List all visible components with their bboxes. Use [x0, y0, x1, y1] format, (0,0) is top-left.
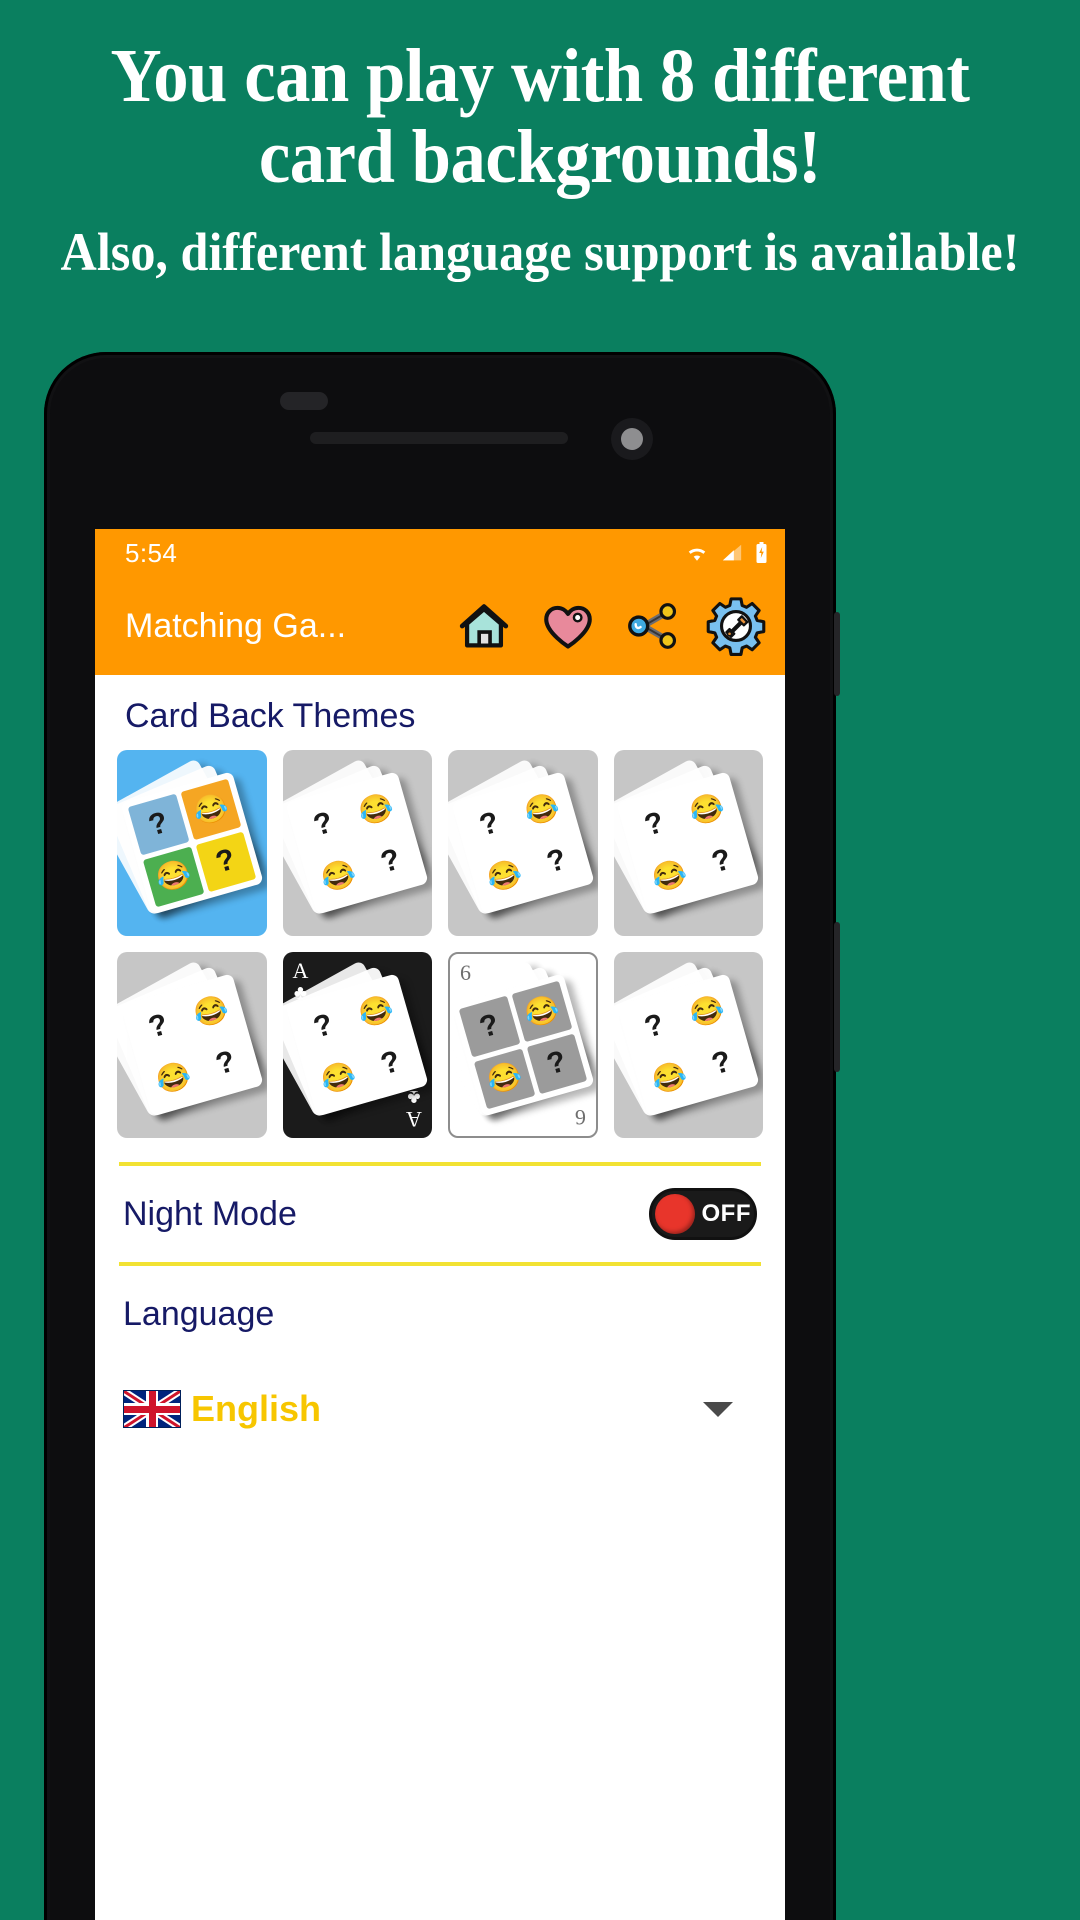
mini-cell: ?: [691, 1033, 753, 1095]
card-preview-icon: ? 😂 😂 ?: [613, 757, 760, 916]
promo-title: You can play with 8 different card backg…: [110, 34, 970, 199]
app-title: Matching Ga...: [125, 606, 347, 645]
toggle-knob: [655, 1194, 695, 1234]
card-preview-icon: ? 😂 😂 ?: [448, 757, 595, 916]
mini-cell: 😂: [676, 980, 738, 1042]
corner-rank: 6: [574, 1105, 586, 1130]
mini-cell: 😂: [179, 980, 242, 1042]
mini-cell: ?: [194, 831, 257, 893]
section-title-card-back-themes: Card Back Themes: [125, 697, 416, 735]
wifi-icon: [688, 548, 706, 561]
share-icon: [628, 603, 677, 649]
app-screen: 5:54 Matching Ga... Card Back Themes ? 😂…: [95, 529, 785, 1920]
cellular-signal-icon: [722, 544, 742, 561]
corner-rank: 6: [460, 960, 471, 985]
card-preview-icon: ? 😂 😂 ?: [282, 757, 429, 916]
mini-cell: 😂: [307, 1048, 370, 1110]
phone-volume-button: [834, 922, 840, 1072]
favorites-button[interactable]: [537, 595, 599, 657]
settings-button[interactable]: [705, 595, 767, 657]
uk-flag-icon: [123, 1390, 181, 1428]
mini-cell: ?: [360, 831, 422, 893]
mini-cell: 😂: [473, 1048, 535, 1110]
mini-cell: 😂: [307, 846, 370, 908]
promo-subtitle: Also, different language support is avai…: [60, 222, 1020, 283]
mini-cell: ?: [691, 831, 753, 893]
heart-icon: [544, 605, 592, 649]
night-mode-toggle[interactable]: OFF: [649, 1188, 757, 1240]
mini-cell: 😂: [676, 778, 738, 840]
battery-charging-icon: [756, 542, 767, 563]
mini-cell: 😂: [510, 980, 573, 1042]
share-button[interactable]: [621, 595, 683, 657]
corner-rank: A: [292, 958, 309, 983]
card-corner-rank-bottom: A ♣: [406, 1086, 422, 1132]
theme-option-2[interactable]: ? 😂 😂 ?: [282, 750, 432, 936]
status-time: 5:54: [125, 537, 178, 568]
home-icon: [459, 604, 509, 648]
card-preview-icon: ? 😂 😂 ?: [613, 959, 760, 1118]
app-bar-actions: [453, 595, 771, 657]
card-corner-rank-top: 6: [460, 962, 471, 984]
corner-rank: A: [406, 1107, 422, 1132]
night-mode-label: Night Mode: [123, 1194, 297, 1233]
card-back-themes-grid: ? 😂 😂 ? ? 😂 😂 ? ? 😂 😂 ? ? 😂 😂 ? ? 😂 😂 ? …: [95, 750, 785, 1138]
home-button[interactable]: [453, 595, 515, 657]
theme-option-4[interactable]: ? 😂 😂 ?: [613, 750, 763, 936]
status-icons: [684, 541, 769, 565]
mini-cell: 😂: [345, 980, 407, 1042]
status-bar: 5:54: [95, 529, 785, 577]
phone-power-button: [834, 612, 840, 696]
mini-cell: ?: [623, 793, 686, 855]
mini-cell: ?: [360, 1033, 422, 1095]
chevron-down-icon[interactable]: [703, 1401, 733, 1417]
card-preview-icon: ? 😂 😂 ?: [117, 959, 264, 1118]
toggle-state-label: OFF: [701, 1200, 751, 1227]
mini-cell: 😂: [345, 778, 407, 840]
mini-cell: 😂: [473, 846, 535, 908]
phone-mockup: 5:54 Matching Ga... Card Back Themes ? 😂…: [44, 352, 840, 1920]
mini-cell: ?: [292, 793, 355, 855]
mini-cell: ?: [525, 831, 588, 893]
mini-cell: ?: [127, 793, 189, 855]
phone-speaker-grill: [280, 392, 328, 410]
theme-option-8[interactable]: ? 😂 😂 ?: [613, 952, 763, 1138]
mini-cell: 😂: [142, 846, 204, 908]
mini-cell: ?: [458, 793, 520, 855]
mini-cell: ?: [525, 1033, 588, 1095]
selected-language-label: English: [191, 1388, 322, 1429]
theme-option-7[interactable]: 6 6 ? 😂 😂 ?: [448, 952, 598, 1138]
mini-cell: 😂: [510, 778, 573, 840]
card-corner-rank-bottom: 6: [574, 1105, 586, 1130]
language-selector[interactable]: English: [95, 1362, 785, 1448]
card-preview-icon: ? 😂 😂 ?: [117, 757, 264, 916]
mini-cell: ?: [623, 995, 686, 1057]
app-bar: Matching Ga...: [95, 577, 785, 675]
mini-cell: ?: [194, 1033, 257, 1095]
promo-text-block: You can play with 8 different card backg…: [0, 36, 1080, 282]
mini-cell: ?: [458, 995, 520, 1057]
mini-cell: ?: [292, 995, 355, 1057]
promo-screenshot: You can play with 8 different card backg…: [0, 0, 1080, 1920]
mini-cell: 😂: [142, 1048, 204, 1110]
settings-gear-icon: [706, 597, 766, 656]
night-mode-row[interactable]: Night Mode OFF: [95, 1166, 785, 1262]
theme-option-6[interactable]: A ♣ A ♣ ?: [282, 952, 432, 1138]
language-label: Language: [123, 1294, 275, 1333]
language-row: Language: [95, 1266, 785, 1362]
theme-option-5[interactable]: ? 😂 😂 ?: [117, 952, 267, 1138]
phone-earpiece: [310, 432, 568, 444]
mini-cell: 😂: [638, 1048, 701, 1110]
phone-front-camera: [611, 418, 653, 460]
card-preview-icon: ? 😂 😂 ?: [449, 959, 595, 1118]
mini-cell: ?: [127, 995, 189, 1057]
mini-cell: 😂: [179, 778, 242, 840]
theme-option-1[interactable]: ? 😂 😂 ?: [117, 750, 267, 936]
mini-cell: 😂: [638, 846, 701, 908]
settings-content: Card Back Themes ? 😂 😂 ? ? 😂 😂 ? ? 😂 😂 ?…: [95, 675, 785, 1920]
theme-option-3[interactable]: ? 😂 😂 ?: [448, 750, 598, 936]
